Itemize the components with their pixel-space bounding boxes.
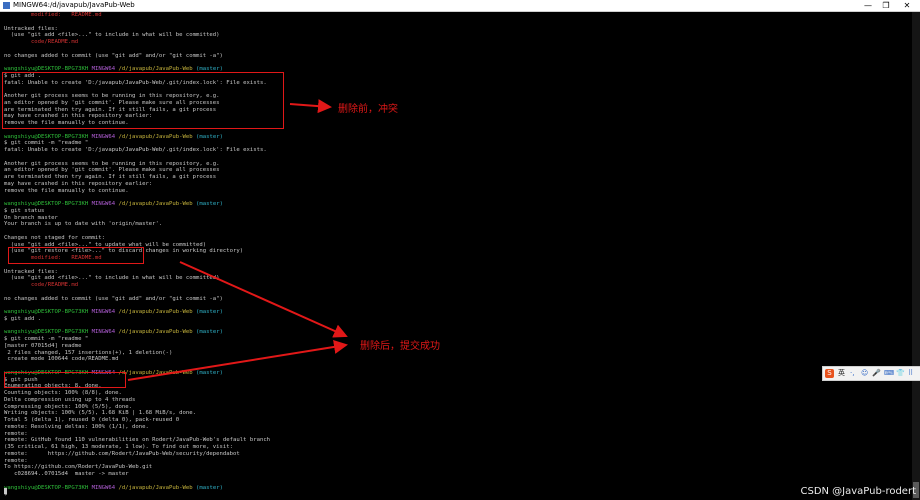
prompt-line: wangshiyu@DESKTOP-BPG73KH MINGW64 /d/jav…: [4, 485, 223, 492]
terminal-line: $ git add .: [4, 315, 42, 322]
sogou-logo-icon[interactable]: S: [825, 369, 834, 378]
window-title: MINGW64:/d/javapub/JavaPub-Web: [13, 1, 135, 9]
prompt-user: wangshiyu@DESKTOP-BPG73KH: [4, 133, 89, 140]
push-highlight-box: [4, 372, 126, 388]
ime-language-toggle[interactable]: 英: [838, 367, 845, 380]
terminal-line: remote: https://github.com/Rodert/JavaPu…: [4, 450, 240, 457]
emoji-icon[interactable]: ☺: [861, 367, 868, 380]
prompt-branch: (master): [196, 329, 223, 336]
ime-toolbar[interactable]: S 英 ·, ☺ 🎤 ⌨ 👕 ⠿: [822, 366, 920, 381]
prompt-branch: (master): [196, 309, 223, 315]
prompt-env: MINGW64: [91, 309, 116, 315]
prompt-env: MINGW64: [91, 484, 116, 491]
prompt-path: /d/javapub/JavaPub-Web: [118, 201, 193, 207]
maximize-button[interactable]: ❐: [876, 0, 896, 11]
terminal-app-icon: [3, 2, 10, 9]
terminal-line: remove the file manually to continue.: [4, 187, 129, 194]
skin-icon[interactable]: 👕: [896, 367, 905, 380]
prompt-env: MINGW64: [91, 133, 116, 140]
minimize-button[interactable]: —: [858, 0, 878, 11]
prompt-path: /d/javapub/JavaPub-Web: [118, 133, 193, 140]
terminal-line-error: modified: README.md: [4, 12, 102, 18]
keyboard-icon[interactable]: ⌨: [884, 367, 894, 380]
terminal-line: c028694..07015d4 master -> master: [4, 471, 129, 477]
prompt-branch: (master): [196, 201, 223, 207]
annotation-after: 删除后，提交成功: [360, 341, 440, 352]
terminal-line: no changes added to commit (use "git add…: [4, 52, 223, 59]
watermark: CSDN @JavaPub-rodert: [800, 486, 916, 497]
terminal-line: fatal: Unable to create 'D:/javapub/Java…: [4, 147, 267, 153]
prompt-user: wangshiyu@DESKTOP-BPG73KH: [4, 201, 89, 207]
microphone-icon[interactable]: 🎤: [872, 367, 881, 380]
terminal-line: create mode 100644 code/README.md: [4, 356, 119, 363]
close-button[interactable]: ✕: [897, 0, 917, 11]
window-titlebar: MINGW64:/d/javapub/JavaPub-Web — ❐ ✕: [0, 0, 920, 12]
prompt-user: wangshiyu@DESKTOP-BPG73KH: [4, 309, 89, 315]
error-highlight-box: [2, 72, 284, 129]
prompt-env: MINGW64: [91, 329, 116, 336]
prompt-branch: (master): [196, 133, 223, 140]
terminal-line: no changes added to commit (use "git add…: [4, 295, 223, 302]
grid-menu-icon[interactable]: ⠿: [908, 367, 913, 380]
terminal-line: Your branch is up to date with 'origin/m…: [4, 221, 163, 228]
terminal-line-error: code/README.md: [4, 282, 79, 288]
prompt-path: /d/javapub/JavaPub-Web: [118, 329, 193, 336]
prompt-user: wangshiyu@DESKTOP-BPG73KH: [4, 484, 89, 491]
prompt-path: /d/javapub/JavaPub-Web: [118, 369, 193, 376]
terminal-scrollbar[interactable]: [912, 12, 920, 500]
prompt-path: /d/javapub/JavaPub-Web: [118, 309, 193, 315]
prompt-user: wangshiyu@DESKTOP-BPG73KH: [4, 329, 89, 336]
annotation-before: 删除前，冲突: [338, 104, 398, 115]
prompt-branch: (master): [196, 369, 223, 376]
punctuation-icon[interactable]: ·,: [850, 367, 854, 380]
prompt-path: /d/javapub/JavaPub-Web: [118, 484, 193, 491]
prompt-env: MINGW64: [91, 201, 116, 207]
terminal-cursor: [4, 488, 7, 494]
status-highlight-box: [8, 247, 144, 264]
terminal-line-error: code/README.md: [4, 39, 79, 45]
prompt-branch: (master): [196, 484, 223, 491]
